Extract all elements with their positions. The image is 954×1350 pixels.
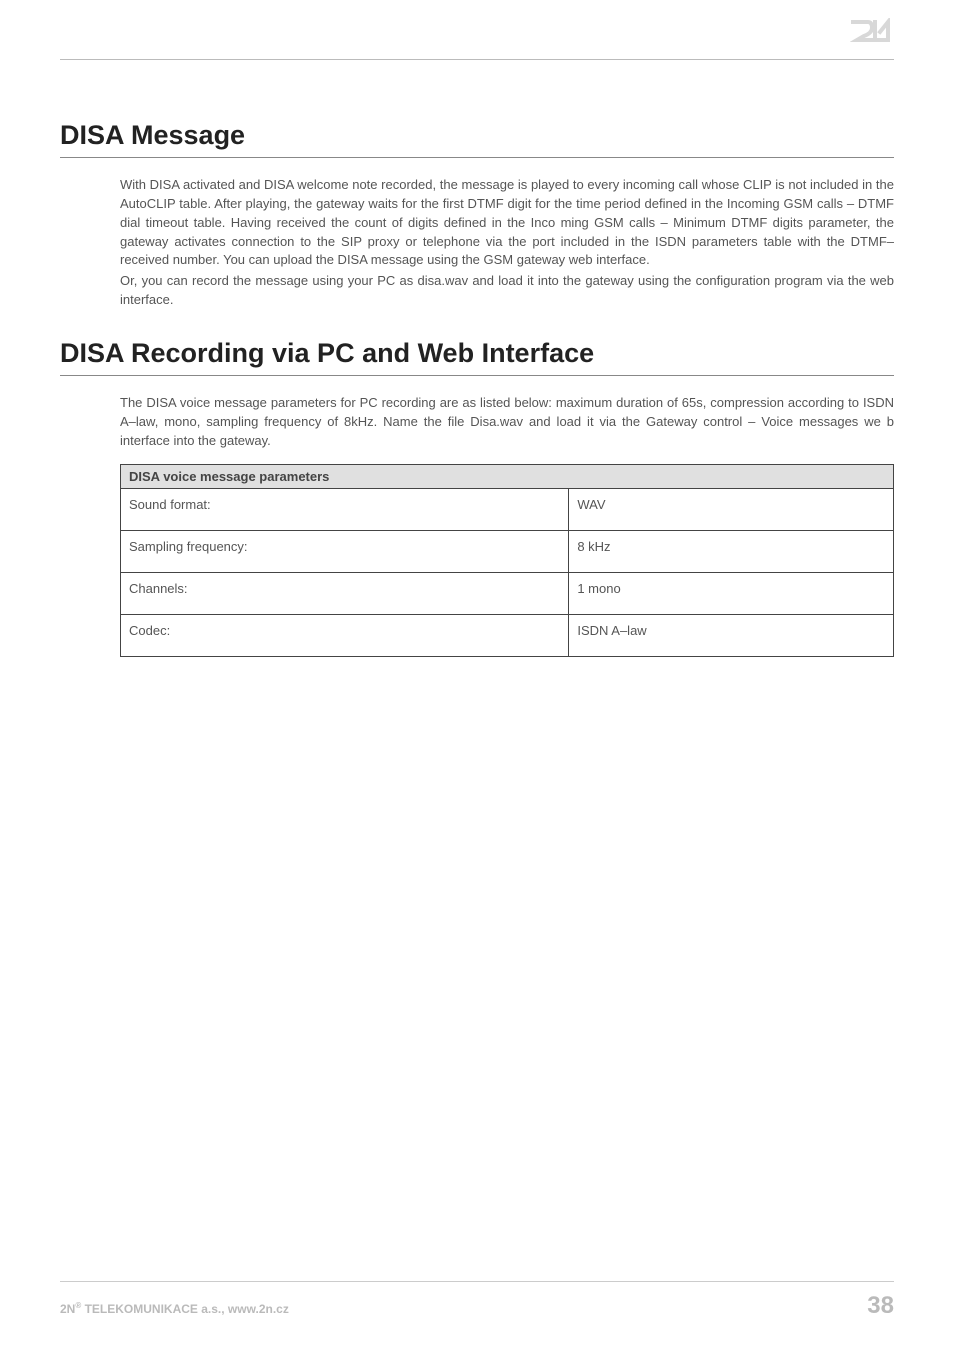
table-row: Codec: ISDN A–law (121, 615, 894, 657)
param-label: Sound format: (121, 489, 569, 531)
page-footer: 2N® TELEKOMUNIKACE a.s., www.2n.cz 38 (60, 1281, 894, 1320)
disa-message-paragraph-2: Or, you can record the message using you… (120, 272, 894, 310)
disa-message-paragraph-1: With DISA activated and DISA welcome not… (120, 176, 894, 270)
disa-parameters-table: DISA voice message parameters Sound form… (120, 464, 894, 657)
param-value: 8 kHz (569, 531, 894, 573)
page-content: DISA Message With DISA activated and DIS… (0, 60, 954, 657)
table-row: Sampling frequency: 8 kHz (121, 531, 894, 573)
footer-company-suffix: TELEKOMUNIKACE a.s., www.2n.cz (81, 1302, 289, 1316)
param-label: Channels: (121, 573, 569, 615)
param-value: 1 mono (569, 573, 894, 615)
footer-company: 2N® TELEKOMUNIKACE a.s., www.2n.cz (60, 1301, 289, 1316)
disa-recording-paragraph-1: The DISA voice message parameters for PC… (120, 394, 894, 451)
param-label: Sampling frequency: (121, 531, 569, 573)
brand-logo (850, 18, 894, 46)
table-row: Channels: 1 mono (121, 573, 894, 615)
param-label: Codec: (121, 615, 569, 657)
param-value: ISDN A–law (569, 615, 894, 657)
section-heading-disa-recording: DISA Recording via PC and Web Interface (60, 338, 894, 376)
page-header (60, 0, 894, 60)
section-heading-disa-message: DISA Message (60, 120, 894, 158)
table-header: DISA voice message parameters (121, 465, 894, 489)
page-number: 38 (867, 1292, 894, 1320)
table-row: Sound format: WAV (121, 489, 894, 531)
footer-company-prefix: 2N (60, 1302, 75, 1316)
param-value: WAV (569, 489, 894, 531)
